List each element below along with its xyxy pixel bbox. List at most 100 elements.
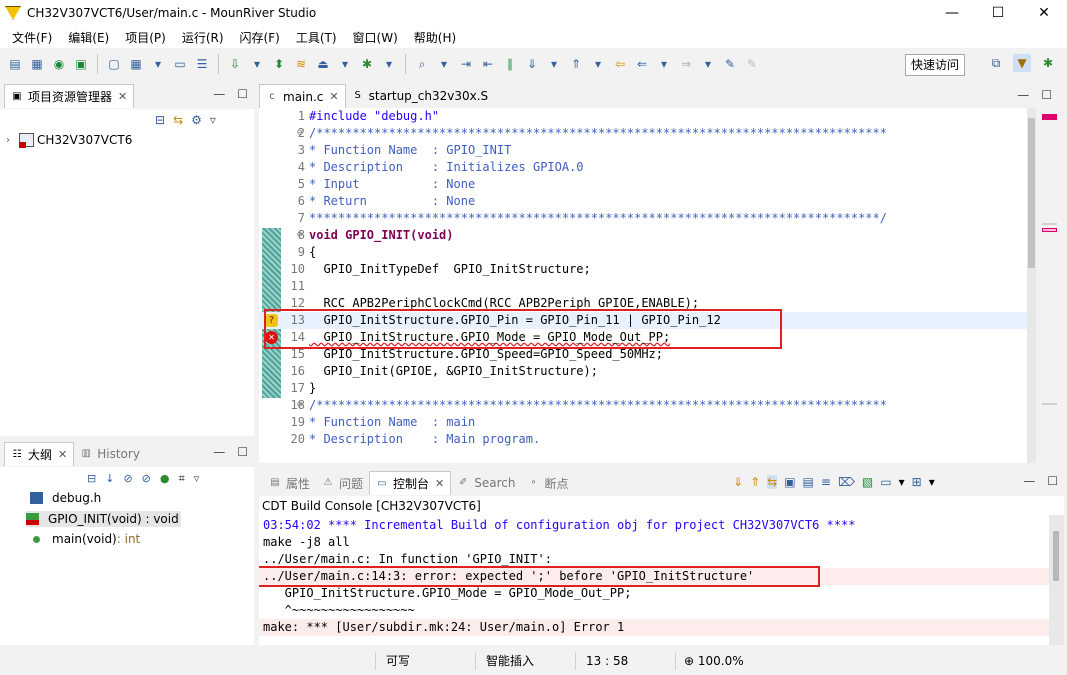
build-all-icon[interactable]: ◉ xyxy=(50,55,68,73)
clear-console-icon[interactable]: ⌦ xyxy=(838,475,855,489)
overview-mark[interactable] xyxy=(1042,403,1057,405)
save-icon[interactable]: ▤ xyxy=(6,55,24,73)
dropdown-icon[interactable]: ▾ xyxy=(589,55,607,73)
view-menu-icon[interactable]: ▿ xyxy=(210,113,216,127)
debug-bug-icon[interactable]: ✱ xyxy=(358,55,376,73)
prev-annotation-icon[interactable]: ⇑ xyxy=(567,55,585,73)
clear-icon[interactable]: ✎ xyxy=(743,55,761,73)
tab-properties[interactable]: ▤ 属性 xyxy=(263,471,316,495)
minimize-view-icon[interactable]: — xyxy=(1017,88,1029,102)
tab-history[interactable]: ▥ History xyxy=(74,442,146,466)
terminal-icon[interactable]: ▭ xyxy=(171,55,189,73)
pin-icon[interactable]: ✎ xyxy=(721,55,739,73)
close-icon[interactable]: ✕ xyxy=(329,90,338,103)
list-icon[interactable]: ☰ xyxy=(193,55,211,73)
hide-static-icon[interactable]: ⊘ xyxy=(142,472,151,486)
scroll-lock-icon[interactable]: ⇆ xyxy=(767,475,778,489)
code-area[interactable]: 1 #include "debug.h" 2 ⊖/*****************… xyxy=(259,108,1027,463)
collapse-all-icon[interactable]: ⊟ xyxy=(87,472,96,486)
close-icon[interactable]: ✕ xyxy=(58,448,67,461)
menu-tools[interactable]: 工具(T) xyxy=(288,29,345,46)
outline-item[interactable]: GPIO_INIT(void) : void xyxy=(26,511,181,527)
error-overview-mark[interactable] xyxy=(1042,114,1057,120)
project-tree-item[interactable]: › CH32V307VCT6 xyxy=(6,133,132,148)
close-icon[interactable]: ✕ xyxy=(118,90,127,103)
collapse-all-icon[interactable]: ⊟ xyxy=(155,113,165,127)
minimize-view-icon[interactable]: — xyxy=(213,87,225,101)
build-icon[interactable]: ▣ xyxy=(72,55,90,73)
menu-edit[interactable]: 编辑(E) xyxy=(60,29,117,46)
next-annotation-icon[interactable]: ⇓ xyxy=(523,55,541,73)
new-console-icon[interactable]: ⊞ xyxy=(912,475,922,489)
quick-access-field[interactable]: 快速访问 xyxy=(904,54,965,76)
next-error-icon[interactable]: ⇓ xyxy=(733,475,743,489)
new-file-icon[interactable]: ▢ xyxy=(105,55,123,73)
outline-item[interactable]: debug.h xyxy=(30,491,101,505)
link-editor-icon[interactable]: ⇆ xyxy=(173,113,183,127)
tab-project-explorer[interactable]: ▣ 项目资源管理器 ✕ xyxy=(4,84,135,108)
console-output[interactable]: 03:54:02 **** Incremental Build of confi… xyxy=(259,515,1049,645)
menu-file[interactable]: 文件(F) xyxy=(4,29,60,46)
search-icon[interactable]: ⌕ xyxy=(413,55,431,73)
open-perspective-icon[interactable]: ⧉ xyxy=(987,54,1005,72)
menu-project[interactable]: 项目(P) xyxy=(117,29,174,46)
dropdown-icon[interactable]: ▾ xyxy=(899,475,905,489)
console-scrollbar[interactable] xyxy=(1049,515,1064,645)
save-all-icon[interactable]: ▦ xyxy=(28,55,46,73)
hide-fields-icon[interactable]: ⊘ xyxy=(123,472,132,486)
view-menu-icon[interactable]: ▿ xyxy=(194,472,200,486)
hide-nonpublic-icon[interactable]: ● xyxy=(160,472,170,486)
menu-window[interactable]: 窗口(W) xyxy=(345,29,406,46)
pin-console-icon[interactable]: ▧ xyxy=(862,475,873,489)
scroll-thumb[interactable] xyxy=(1053,531,1059,581)
back-icon[interactable]: ⇐ xyxy=(633,55,651,73)
tab-outline[interactable]: ☷ 大纲 ✕ xyxy=(4,442,75,466)
minimize-button[interactable]: — xyxy=(929,0,975,26)
maximize-view-icon[interactable]: ☐ xyxy=(1041,88,1052,102)
dropdown-icon[interactable]: ▾ xyxy=(545,55,563,73)
format-icon[interactable]: ∥ xyxy=(501,55,519,73)
close-icon[interactable]: ✕ xyxy=(435,477,444,490)
maximize-button[interactable]: ☐ xyxy=(975,0,1021,26)
menu-flash[interactable]: 闪存(F) xyxy=(232,29,288,46)
indent-icon[interactable]: ⇥ xyxy=(457,55,475,73)
zoom-level[interactable]: ⊕ 100.0% xyxy=(675,652,750,670)
dropdown-icon[interactable]: ▾ xyxy=(380,55,398,73)
menu-run[interactable]: 运行(R) xyxy=(174,29,232,46)
prev-error-icon[interactable]: ⇑ xyxy=(750,475,760,489)
outline-item[interactable]: main(void) : int xyxy=(30,532,140,546)
tab-search[interactable]: ✐ Search xyxy=(451,471,521,495)
debug-perspective-icon[interactable]: ✱ xyxy=(1039,54,1057,72)
copy-icon[interactable]: ▣ xyxy=(784,475,795,489)
tab-breakpoints[interactable]: ∘ 断点 xyxy=(522,471,575,495)
minimize-view-icon[interactable]: — xyxy=(1023,474,1035,488)
console-error-line[interactable]: make: *** [User/subdir.mk:24: User/main.… xyxy=(259,619,1049,636)
tray-icon[interactable]: ⏏ xyxy=(314,55,332,73)
maximize-view-icon[interactable]: ☐ xyxy=(1047,474,1058,488)
maximize-view-icon[interactable]: ☐ xyxy=(237,445,248,459)
display-console-icon[interactable]: ▭ xyxy=(880,475,891,489)
dropdown-icon[interactable]: ▾ xyxy=(435,55,453,73)
tab-startup-s[interactable]: S startup_ch32v30x.S xyxy=(346,84,495,108)
dropdown-icon[interactable]: ▾ xyxy=(336,55,354,73)
tab-console[interactable]: ▭ 控制台 ✕ xyxy=(369,471,452,495)
filter-icon[interactable]: ⚙ xyxy=(191,113,202,127)
close-button[interactable]: ✕ xyxy=(1021,0,1067,26)
dropdown-icon[interactable]: ▾ xyxy=(655,55,673,73)
last-edit-icon[interactable]: ⇦ xyxy=(611,55,629,73)
fold-icon[interactable]: ⊖ xyxy=(297,397,302,414)
fold-icon[interactable]: ⊖ xyxy=(297,125,302,142)
chevron-right-icon[interactable]: › xyxy=(6,135,16,146)
c-perspective-icon[interactable]: ▼ xyxy=(1013,54,1031,72)
group-includes-icon[interactable]: ⌗ xyxy=(178,472,184,486)
editor-scrollbar[interactable] xyxy=(1027,108,1036,463)
dropdown-icon[interactable]: ▾ xyxy=(929,475,935,489)
scroll-thumb[interactable] xyxy=(1028,118,1035,268)
tab-main-c[interactable]: c main.c ✕ xyxy=(259,84,346,108)
download-icon[interactable]: ⇩ xyxy=(226,55,244,73)
config-icon[interactable]: ▦ xyxy=(127,55,145,73)
paste-icon[interactable]: ▤ xyxy=(803,475,814,489)
layers-icon[interactable]: ≋ xyxy=(292,55,310,73)
overview-mark[interactable] xyxy=(1042,223,1057,225)
menu-help[interactable]: 帮助(H) xyxy=(406,29,464,46)
